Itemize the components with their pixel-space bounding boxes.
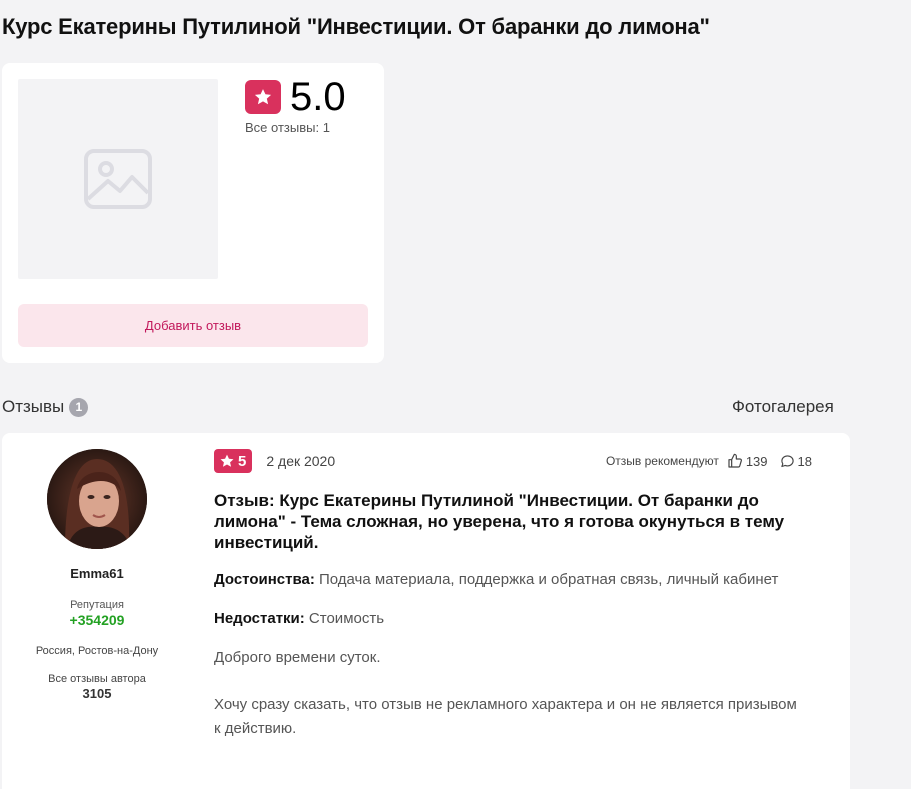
- rating-block: 5.0 Все отзывы: 1: [245, 75, 346, 135]
- review-date: 2 дек 2020: [266, 453, 336, 469]
- reviews-heading: Отзывы 1: [2, 397, 89, 417]
- review-pros: Достоинства: Подача материала, поддержка…: [214, 568, 804, 592]
- review-paragraph: Хочу сразу сказать, что отзыв не рекламн…: [214, 696, 797, 737]
- image-placeholder-icon: [84, 149, 152, 209]
- pros-text: Подача материала, поддержка и обратная с…: [314, 571, 779, 588]
- review-cons: Недостатки: Стоимость: [214, 607, 804, 631]
- author-location: Россия, Ростов-на-Дону: [35, 645, 159, 657]
- reputation-label: Репутация: [70, 599, 124, 611]
- review-meta: 5 2 дек 2020 Отзыв рекомендуют 139 18: [214, 449, 834, 473]
- rating-value: 5.0: [290, 75, 346, 119]
- review-paragraph: Доброго времени суток.: [214, 649, 381, 666]
- comments-button[interactable]: 18: [780, 454, 812, 469]
- comment-icon: [780, 454, 794, 467]
- pros-label: Достоинства:: [214, 571, 315, 588]
- reviews-count-link[interactable]: Все отзывы: 1: [245, 120, 346, 135]
- review-body: 5 2 дек 2020 Отзыв рекомендуют 139 18 От…: [214, 449, 834, 741]
- score-badge: 5: [214, 449, 253, 473]
- product-image: [18, 79, 218, 279]
- author-info: Emma61 Репутация +354209 Россия, Ростов-…: [2, 433, 192, 701]
- cons-text: Стоимость: [304, 610, 385, 627]
- review-card: Emma61 Репутация +354209 Россия, Ростов-…: [2, 433, 850, 789]
- reviews-count-badge: 1: [69, 397, 89, 417]
- score-value: 5: [238, 452, 247, 470]
- page-title: Курс Екатерины Путилиной "Инвестиции. От…: [2, 14, 710, 39]
- all-author-reviews-count[interactable]: 3105: [2, 686, 192, 701]
- avatar[interactable]: [47, 449, 147, 549]
- thumbs-up-icon: [728, 453, 742, 468]
- star-icon: [220, 454, 234, 467]
- review-title[interactable]: Отзыв: Курс Екатерины Путилиной "Инвести…: [214, 490, 814, 553]
- recommend-label: Отзыв рекомендуют: [605, 454, 719, 468]
- comments-count: 18: [797, 453, 812, 469]
- reviews-heading-label: Отзывы: [2, 397, 65, 416]
- review-stats: Отзыв рекомендуют 139 18: [606, 453, 834, 469]
- likes-count: 139: [745, 453, 768, 469]
- star-icon: [245, 80, 281, 114]
- photo-gallery-link[interactable]: Фотогалерея: [732, 397, 834, 417]
- add-review-button[interactable]: Добавить отзыв: [18, 304, 368, 347]
- all-author-reviews-label[interactable]: Все отзывы автора: [2, 673, 192, 685]
- cons-label: Недостатки:: [214, 610, 305, 627]
- product-card: 5.0 Все отзывы: 1 Добавить отзыв: [2, 63, 384, 363]
- reputation-value: +354209: [69, 612, 125, 628]
- like-button[interactable]: 139: [727, 453, 768, 469]
- author-name[interactable]: Emma61: [2, 566, 192, 581]
